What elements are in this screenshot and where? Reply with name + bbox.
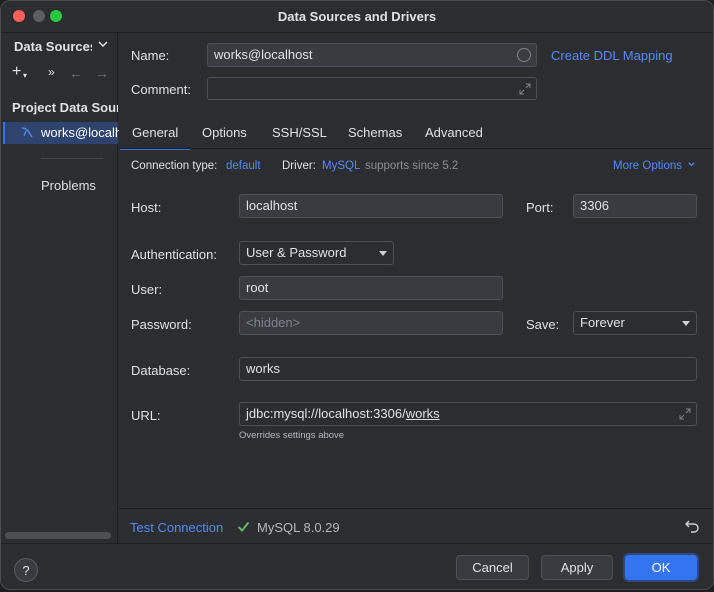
chevron-down-icon[interactable]: [97, 38, 109, 53]
tab-advanced[interactable]: Advanced: [425, 125, 483, 140]
comment-label: Comment:: [131, 82, 191, 97]
main-panel: Name: works@localhost Create DDL Mapping…: [119, 33, 713, 543]
more-icon[interactable]: »: [48, 65, 55, 79]
url-input[interactable]: jdbc:mysql://localhost:3306/works: [239, 402, 697, 426]
general-tab-content: Connection type: default Driver: MySQL s…: [119, 150, 713, 508]
url-label: URL:: [131, 408, 161, 423]
database-input[interactable]: works: [239, 357, 697, 381]
sidebar: Data Sources + ▾ » ← → Project Data Sour…: [1, 33, 119, 543]
expand-icon[interactable]: [679, 408, 691, 420]
back-arrow-icon[interactable]: ←: [69, 65, 83, 81]
chevron-down-icon: [688, 162, 695, 167]
authentication-select[interactable]: User & Password: [239, 241, 394, 265]
sidebar-item-problems[interactable]: Problems: [41, 178, 96, 193]
save-label: Save:: [526, 317, 560, 332]
mysql-icon: [20, 125, 34, 139]
checkmark-icon: [237, 520, 250, 536]
forward-arrow-icon[interactable]: →: [95, 65, 109, 81]
connection-type-link[interactable]: default: [226, 160, 261, 172]
name-value: works@localhost: [214, 47, 313, 62]
help-button[interactable]: ?: [14, 558, 38, 582]
sidebar-header[interactable]: Data Sources: [1, 33, 118, 61]
add-icon[interactable]: +: [12, 63, 21, 81]
url-hint: Overrides settings above: [239, 430, 345, 441]
url-prefix: jdbc:mysql://localhost:3306/: [246, 406, 406, 421]
tab-options[interactable]: Options: [202, 125, 247, 140]
sidebar-header-title: Data Sources: [14, 39, 92, 54]
color-circle-icon[interactable]: [517, 48, 531, 62]
name-input[interactable]: works@localhost: [207, 43, 537, 67]
host-label: Host:: [131, 200, 162, 215]
tab-bar: General Options SSH/SSL Schemas Advanced: [119, 117, 713, 151]
host-input[interactable]: localhost: [239, 194, 503, 218]
sidebar-divider: [41, 158, 103, 159]
undo-icon[interactable]: [685, 519, 699, 536]
driver-note: supports since 5.2: [365, 160, 459, 172]
connection-type-label: Connection type:: [131, 160, 218, 172]
dropdown-caret-icon: [682, 321, 690, 326]
driver-link[interactable]: MySQL: [322, 160, 360, 172]
add-caret-icon[interactable]: ▾: [23, 71, 27, 80]
password-label: Password:: [131, 317, 192, 332]
authentication-label: Authentication:: [131, 247, 218, 262]
create-ddl-mapping-link[interactable]: Create DDL Mapping: [551, 48, 673, 63]
title-bar: Data Sources and Drivers: [1, 1, 713, 33]
dialog-button-bar: ? Cancel Apply OK: [1, 543, 713, 589]
port-label: Port:: [526, 200, 554, 215]
user-label: User:: [131, 282, 163, 297]
connection-status-text: MySQL 8.0.29: [257, 520, 340, 535]
dropdown-caret-icon: [379, 251, 387, 256]
ok-button[interactable]: OK: [625, 555, 697, 580]
save-value: Forever: [580, 315, 625, 330]
url-database: works: [405, 406, 440, 421]
database-label: Database:: [131, 363, 191, 378]
expand-icon[interactable]: [519, 83, 531, 95]
port-input[interactable]: 3306: [573, 194, 697, 218]
sidebar-toolbar: + ▾ » ← →: [1, 63, 118, 87]
more-options-label: More Options: [613, 160, 683, 172]
password-input[interactable]: <hidden>: [239, 311, 503, 335]
cancel-button[interactable]: Cancel: [456, 555, 529, 580]
sidebar-item-works-localhost[interactable]: works@localhost: [3, 122, 119, 144]
more-options-link[interactable]: More Options: [613, 160, 696, 172]
project-data-sources-label: Project Data Sources: [12, 100, 118, 115]
window-title: Data Sources and Drivers: [277, 9, 437, 24]
tab-general[interactable]: General: [119, 125, 191, 151]
sidebar-item-label: works@localhost: [41, 125, 119, 140]
driver-label: Driver:: [282, 160, 316, 172]
user-input[interactable]: root: [239, 276, 503, 300]
data-sources-dialog: Data Sources and Drivers Data Sources + …: [0, 0, 714, 590]
name-label: Name:: [131, 48, 170, 63]
authentication-value: User & Password: [246, 245, 347, 260]
test-connection-link[interactable]: Test Connection: [130, 520, 223, 535]
comment-input[interactable]: [207, 77, 537, 100]
save-select[interactable]: Forever: [573, 311, 697, 335]
tab-ssh-ssl[interactable]: SSH/SSL: [272, 125, 327, 140]
sidebar-scrollbar[interactable]: [5, 532, 111, 539]
test-connection-bar: Test Connection MySQL 8.0.29: [119, 508, 713, 543]
tab-schemas[interactable]: Schemas: [348, 125, 402, 140]
apply-button[interactable]: Apply: [541, 555, 613, 580]
